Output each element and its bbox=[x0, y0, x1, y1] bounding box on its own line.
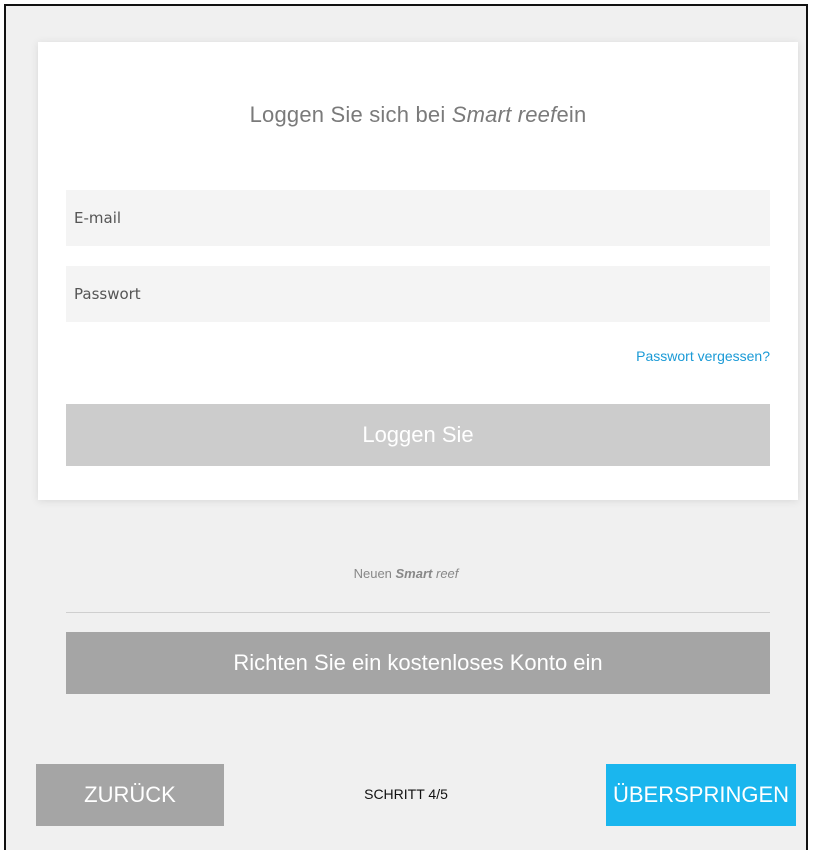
login-button[interactable]: Loggen Sie bbox=[66, 404, 770, 466]
email-field[interactable] bbox=[66, 190, 770, 246]
back-button[interactable]: ZURÜCK bbox=[36, 764, 224, 826]
new-account-brand-strong: Smart bbox=[395, 566, 433, 581]
password-field[interactable] bbox=[66, 266, 770, 322]
step-indicator: SCHRITT 4/5 bbox=[364, 786, 448, 802]
login-title-brand: Smart reef bbox=[451, 102, 557, 127]
login-title-prefix: Loggen Sie sich bei bbox=[249, 102, 452, 127]
login-title-suffix: ein bbox=[556, 102, 587, 127]
login-card: Loggen Sie sich bei Smart reefein Passwo… bbox=[38, 42, 798, 500]
forgot-password-link[interactable]: Passwort vergessen? bbox=[636, 348, 770, 364]
login-title: Loggen Sie sich bei Smart reefein bbox=[38, 102, 798, 128]
skip-button[interactable]: ÜBERSPRINGEN bbox=[606, 764, 796, 826]
divider bbox=[66, 612, 770, 613]
new-account-text: Neuen Smart reef bbox=[6, 566, 806, 581]
new-account-prefix: Neuen bbox=[353, 566, 396, 581]
new-account-brand-rest: reef bbox=[432, 566, 459, 581]
create-account-button[interactable]: Richten Sie ein kostenloses Konto ein bbox=[66, 632, 770, 694]
app-frame: Loggen Sie sich bei Smart reefein Passwo… bbox=[4, 4, 808, 850]
